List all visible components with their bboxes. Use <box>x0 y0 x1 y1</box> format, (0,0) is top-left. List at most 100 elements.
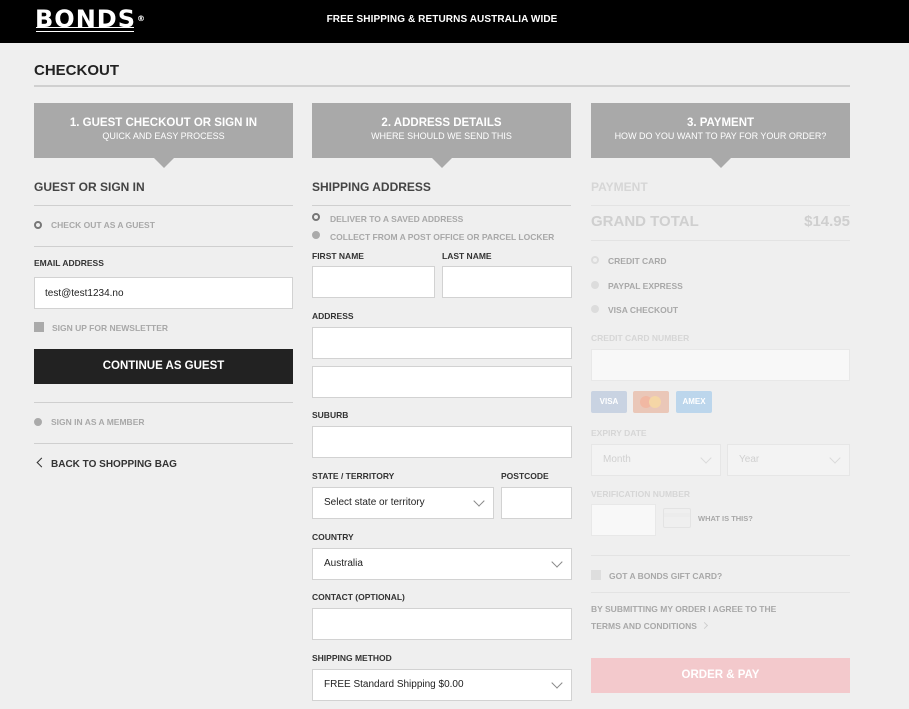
newsletter-checkbox[interactable] <box>34 322 44 332</box>
visa-checkout-label[interactable]: VISA CHECKOUT <box>608 305 678 315</box>
terms-link[interactable]: TERMS AND CONDITIONS <box>591 621 708 631</box>
back-to-bag-link[interactable]: BACK TO SHOPPING BAG <box>36 457 177 470</box>
card-number-input[interactable] <box>591 349 850 381</box>
cvv-card-icon <box>663 508 691 528</box>
step-title: 1. GUEST CHECKOUT OR SIGN IN <box>69 117 258 129</box>
expiry-year-select[interactable]: Year <box>727 444 850 476</box>
saved-address-radio[interactable] <box>312 213 320 221</box>
address-line1-input[interactable] <box>312 327 572 359</box>
step-title: 2. ADDRESS DETAILS <box>381 117 502 129</box>
divider <box>591 592 850 593</box>
registered-mark: ® <box>137 14 146 23</box>
suburb-label: SUBURB <box>312 410 349 420</box>
last-name-label: LAST NAME <box>442 251 492 261</box>
step-subtitle: HOW DO YOU WANT TO PAY FOR YOUR ORDER? <box>614 131 827 141</box>
divider <box>34 205 293 206</box>
state-select[interactable]: Select state or territory <box>312 487 494 519</box>
page-title: CHECKOUT <box>34 62 119 79</box>
first-name-input[interactable] <box>312 266 435 298</box>
saved-address-label[interactable]: DELIVER TO A SAVED ADDRESS <box>330 214 463 224</box>
expiry-label: EXPIRY DATE <box>591 428 647 438</box>
gift-card-label[interactable]: GOT A BONDS GIFT CARD? <box>609 571 722 581</box>
step-title: 3. PAYMENT <box>686 117 755 129</box>
promo-banner: FREE SHIPPING & RETURNS AUSTRALIA WIDE <box>326 14 558 25</box>
divider <box>312 205 571 206</box>
cvv-input[interactable] <box>591 504 656 536</box>
first-name-label: FIRST NAME <box>312 251 364 261</box>
chevron-left-icon <box>36 457 47 468</box>
divider <box>34 443 293 444</box>
expiry-month-select[interactable]: Month <box>591 444 721 476</box>
guest-heading: GUEST OR SIGN IN <box>34 180 145 194</box>
amex-card-icon: AMEX <box>676 391 712 413</box>
credit-card-radio[interactable] <box>591 256 599 264</box>
member-option-label[interactable]: SIGN IN AS A MEMBER <box>51 417 145 427</box>
logo-underline <box>36 27 134 32</box>
state-select-value: Select state or territory <box>324 497 425 508</box>
shipping-method-select[interactable]: FREE Standard Shipping $0.00 <box>312 669 572 701</box>
newsletter-label[interactable]: SIGN UP FOR NEWSLETTER <box>52 323 168 333</box>
postcode-input[interactable] <box>501 487 572 519</box>
mastercard-icon <box>633 391 669 413</box>
grand-total-value: $14.95 <box>804 213 850 230</box>
visa-text: VISA <box>599 397 619 406</box>
what-is-this-link[interactable]: WHAT IS THIS? <box>698 514 753 523</box>
gift-card-checkbox[interactable] <box>591 570 601 580</box>
paypal-label[interactable]: PAYPAL EXPRESS <box>608 281 683 291</box>
country-select[interactable]: Australia <box>312 548 572 580</box>
address-label: ADDRESS <box>312 311 354 321</box>
state-label: STATE / TERRITORY <box>312 471 395 481</box>
address-line2-input[interactable] <box>312 366 572 398</box>
divider <box>591 240 850 241</box>
payment-heading: PAYMENT <box>591 180 648 194</box>
guest-option-label[interactable]: CHECK OUT AS A GUEST <box>51 220 155 230</box>
shipping-method-label: SHIPPING METHOD <box>312 653 392 663</box>
visa-card-icon: VISA <box>591 391 627 413</box>
guest-radio[interactable] <box>34 221 42 229</box>
contact-input[interactable] <box>312 608 572 640</box>
order-and-pay-button[interactable]: ORDER & PAY <box>591 658 850 693</box>
step-guest-signin: 1. GUEST CHECKOUT OR SIGN IN QUICK AND E… <box>34 103 293 168</box>
contact-label: CONTACT (OPTIONAL) <box>312 592 405 602</box>
step-arrow <box>432 158 452 168</box>
step-arrow <box>711 158 731 168</box>
visa-checkout-radio[interactable] <box>591 305 599 313</box>
shipping-heading: SHIPPING ADDRESS <box>312 180 431 194</box>
country-label: COUNTRY <box>312 532 354 542</box>
year-value: Year <box>739 454 760 465</box>
step-address-details: 2. ADDRESS DETAILS WHERE SHOULD WE SEND … <box>312 103 571 168</box>
chevron-down-icon <box>551 677 563 689</box>
chevron-right-icon <box>700 621 708 630</box>
chevron-down-icon <box>829 452 841 464</box>
continue-as-guest-button[interactable]: CONTINUE AS GUEST <box>34 349 293 384</box>
mastercard-circle-right <box>649 396 661 408</box>
month-value: Month <box>603 454 631 465</box>
divider <box>34 402 293 403</box>
chevron-down-icon <box>700 452 712 464</box>
last-name-input[interactable] <box>442 266 572 298</box>
grand-total-label: GRAND TOTAL <box>591 213 699 230</box>
credit-card-label[interactable]: CREDIT CARD <box>608 256 667 266</box>
email-label: EMAIL ADDRESS <box>34 258 104 268</box>
amex-text: AMEX <box>682 397 706 406</box>
back-link-label: BACK TO SHOPPING BAG <box>51 459 177 470</box>
step-payment: 3. PAYMENT HOW DO YOU WANT TO PAY FOR YO… <box>591 103 850 168</box>
verification-label: VERIFICATION NUMBER <box>591 489 691 499</box>
step-subtitle: WHERE SHOULD WE SEND THIS <box>371 131 512 141</box>
postcode-label: POSTCODE <box>501 471 549 481</box>
divider <box>591 205 850 206</box>
card-number-label: CREDIT CARD NUMBER <box>591 333 690 343</box>
terms-link-label: TERMS AND CONDITIONS <box>591 621 697 631</box>
collect-radio[interactable] <box>312 231 320 239</box>
chevron-down-icon <box>473 495 485 507</box>
email-input[interactable] <box>34 277 293 309</box>
paypal-radio[interactable] <box>591 281 599 289</box>
collect-label[interactable]: COLLECT FROM A POST OFFICE OR PARCEL LOC… <box>330 232 554 242</box>
suburb-input[interactable] <box>312 426 572 458</box>
step-subtitle: QUICK AND EASY PROCESS <box>102 131 225 141</box>
divider <box>591 555 850 556</box>
step-arrow <box>154 158 174 168</box>
divider <box>34 246 293 247</box>
chevron-down-icon <box>551 556 563 568</box>
member-radio[interactable] <box>34 418 42 426</box>
